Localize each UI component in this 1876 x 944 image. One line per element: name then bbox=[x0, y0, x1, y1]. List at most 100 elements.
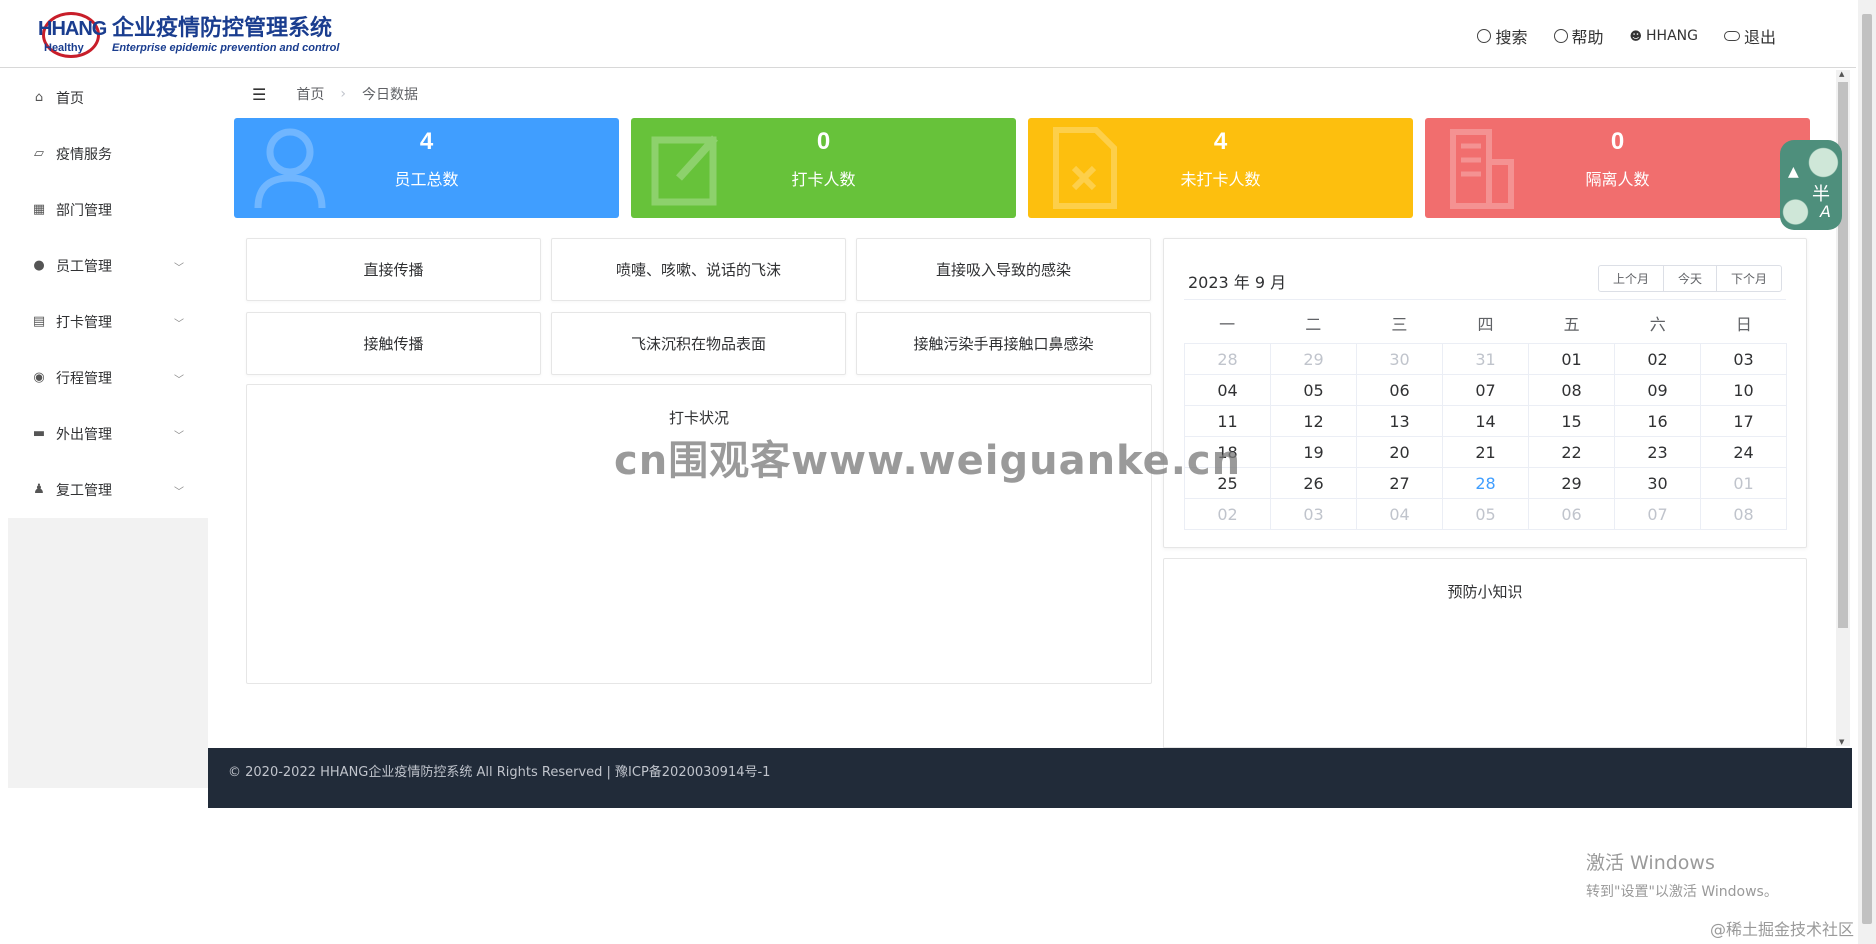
sidebar-item-1[interactable]: ▱ 疫情服务 bbox=[8, 126, 208, 182]
calendar-day[interactable]: 27 bbox=[1357, 468, 1443, 499]
logo[interactable]: HHANG Healthy 企业疫情防控管理系统 Enterprise epid… bbox=[36, 10, 339, 60]
transmission-tip-card: 直接传播 bbox=[246, 238, 541, 301]
calendar-day[interactable]: 02 bbox=[1185, 499, 1271, 530]
calendar-day[interactable]: 12 bbox=[1271, 406, 1357, 437]
chevron-down-icon: ﹀ bbox=[174, 318, 184, 330]
calendar-day[interactable]: 04 bbox=[1357, 499, 1443, 530]
page-scrollbar[interactable] bbox=[1858, 0, 1876, 944]
calendar-day[interactable]: 01 bbox=[1529, 344, 1615, 375]
calendar-day[interactable]: 15 bbox=[1529, 406, 1615, 437]
sidebar-item-2[interactable]: ▦ 部门管理 bbox=[8, 182, 208, 238]
breadcrumb-current: 今日数据 bbox=[361, 87, 418, 103]
logout-button[interactable]: 退出 bbox=[1723, 24, 1776, 48]
calendar-day[interactable]: 03 bbox=[1271, 499, 1357, 530]
calendar-day[interactable]: 07 bbox=[1443, 375, 1529, 406]
user-button[interactable]: ☻ HHANG bbox=[1630, 24, 1698, 48]
today-button[interactable]: 今天 bbox=[1664, 266, 1717, 291]
calendar-day[interactable]: 08 bbox=[1701, 499, 1787, 530]
calendar-day[interactable]: 26 bbox=[1271, 468, 1357, 499]
floating-widget[interactable]: ▲ 半 A bbox=[1780, 140, 1842, 230]
calendar-day[interactable]: 19 bbox=[1271, 437, 1357, 468]
worker-icon: ♟ bbox=[33, 482, 45, 497]
checkin-chart-title: 打卡状况 bbox=[668, 409, 729, 427]
calendar-day[interactable]: 21 bbox=[1443, 437, 1529, 468]
calendar-day[interactable]: 04 bbox=[1185, 375, 1271, 406]
prevention-knowledge-panel: 预防小知识 bbox=[1163, 558, 1807, 748]
sidebar-item-label: 外出管理 bbox=[56, 427, 112, 443]
breadcrumb-home[interactable]: 首页 bbox=[296, 84, 324, 104]
menu-toggle-icon[interactable]: ☰ bbox=[252, 85, 266, 104]
calendar-day[interactable]: 20 bbox=[1357, 437, 1443, 468]
calendar-day[interactable]: 24 bbox=[1701, 437, 1787, 468]
sidebar-item-4[interactable]: ▤ 打卡管理 ﹀ bbox=[8, 294, 208, 350]
search-icon bbox=[1477, 29, 1492, 43]
top-header: HHANG Healthy 企业疫情防控管理系统 Enterprise epid… bbox=[0, 0, 1856, 68]
calendar-day[interactable]: 09 bbox=[1615, 375, 1701, 406]
calendar-day[interactable]: 06 bbox=[1529, 499, 1615, 530]
sidebar-item-6[interactable]: ▬ 外出管理 ﹀ bbox=[8, 406, 208, 462]
sidebar-item-5[interactable]: ◉ 行程管理 ﹀ bbox=[8, 350, 208, 406]
scroll-down-icon[interactable]: ▼ bbox=[1839, 738, 1844, 746]
sidebar-item-0[interactable]: ⌂ 首页 bbox=[8, 70, 208, 126]
weekday-label: 四 bbox=[1477, 315, 1494, 334]
calendar-day[interactable]: 23 bbox=[1615, 437, 1701, 468]
calendar-day[interactable]: 30 bbox=[1615, 468, 1701, 499]
calendar-day[interactable]: 31 bbox=[1443, 344, 1529, 375]
toggle-icon bbox=[1723, 31, 1740, 41]
stat-card-employee-total[interactable]: 4 员工总数 bbox=[234, 118, 619, 218]
stat-card-checked-in[interactable]: 0 打卡人数 bbox=[631, 118, 1016, 218]
prev-month-button[interactable]: 上个月 bbox=[1599, 266, 1664, 291]
calendar-day[interactable]: 17 bbox=[1701, 406, 1787, 437]
calendar-day[interactable]: 06 bbox=[1357, 375, 1443, 406]
calendar-day[interactable]: 05 bbox=[1443, 499, 1529, 530]
home-icon: ⌂ bbox=[34, 90, 44, 105]
sidebar-menu: ⌂ 首页 ▱ 疫情服务 ▦ 部门管理 ● 员工管理 ﹀ ▤ 打卡管理 ﹀ ◉ 行程管理 ﹀ ▬ 外出管理 ﹀ ♟ 复工… bbox=[8, 70, 208, 518]
calendar-day[interactable]: 03 bbox=[1701, 344, 1787, 375]
calendar-day[interactable]: 30 bbox=[1357, 344, 1443, 375]
breadcrumb-separator-icon: › bbox=[340, 86, 346, 102]
calendar-day[interactable]: 14 bbox=[1443, 406, 1529, 437]
logo-mark: HHANG Healthy bbox=[36, 10, 108, 60]
calendar-day[interactable]: 13 bbox=[1357, 406, 1443, 437]
calendar-day[interactable]: 08 bbox=[1529, 375, 1615, 406]
calendar-day[interactable]: 01 bbox=[1701, 468, 1787, 499]
calendar-day[interactable]: 29 bbox=[1529, 468, 1615, 499]
calendar-day[interactable]: 29 bbox=[1271, 344, 1357, 375]
transmission-tip-card: 接触污染手再接触口鼻感染 bbox=[856, 312, 1151, 375]
calendar-day[interactable]: 07 bbox=[1615, 499, 1701, 530]
stat-card-not-checked-in[interactable]: 4 未打卡人数 bbox=[1028, 118, 1413, 218]
weekday-label: 三 bbox=[1391, 315, 1408, 334]
sidebar-item-3[interactable]: ● 员工管理 ﹀ bbox=[8, 238, 208, 294]
sidebar-item-7[interactable]: ♟ 复工管理 ﹀ bbox=[8, 462, 208, 518]
sidebar-item-label: 打卡管理 bbox=[56, 315, 112, 331]
page-scrollbar-thumb[interactable] bbox=[1862, 14, 1872, 924]
logo-title-en: Enterprise epidemic prevention and contr… bbox=[112, 42, 340, 54]
calendar-day[interactable]: 16 bbox=[1615, 406, 1701, 437]
weekday-label: 六 bbox=[1649, 315, 1666, 334]
help-icon bbox=[1553, 29, 1568, 43]
stat-card-quarantined[interactable]: 0 隔离人数 bbox=[1425, 118, 1810, 218]
user-icon bbox=[252, 126, 328, 210]
windows-activation-title: 激活 Windows bbox=[1586, 852, 1715, 874]
location-icon: ◉ bbox=[33, 370, 45, 385]
sidebar-item-label: 复工管理 bbox=[56, 483, 112, 499]
calendar-day[interactable]: 02 bbox=[1615, 344, 1701, 375]
help-label: 帮助 bbox=[1571, 28, 1604, 47]
transmission-tip-card: 喷嚏、咳嗽、说话的飞沫 bbox=[551, 238, 846, 301]
weekday-label: 二 bbox=[1305, 315, 1322, 334]
chevron-down-icon: ﹀ bbox=[174, 430, 184, 442]
shirt-icon: ▲ bbox=[1788, 164, 1799, 180]
grid-icon: ▦ bbox=[32, 202, 46, 217]
calendar-day[interactable]: 28 bbox=[1185, 344, 1271, 375]
calendar-day[interactable]: 22 bbox=[1529, 437, 1615, 468]
help-button[interactable]: 帮助 bbox=[1553, 24, 1604, 48]
transmission-tip-card: 直接吸入导致的感染 bbox=[856, 238, 1151, 301]
transmission-tips: 直接传播 喷嚏、咳嗽、说话的飞沫 直接吸入导致的感染 接触传播 飞沫沉积在物品表面 接触污… bbox=[246, 238, 1152, 386]
next-month-button[interactable]: 下个月 bbox=[1717, 266, 1781, 291]
search-button[interactable]: 搜索 bbox=[1477, 24, 1528, 48]
calendar-day[interactable]: 28 bbox=[1443, 468, 1529, 499]
scroll-up-icon[interactable]: ▲ bbox=[1839, 70, 1844, 78]
calendar-nav: 上个月 今天 下个月 bbox=[1597, 265, 1782, 292]
calendar-day[interactable]: 10 bbox=[1701, 375, 1787, 406]
calendar-day[interactable]: 05 bbox=[1271, 375, 1357, 406]
